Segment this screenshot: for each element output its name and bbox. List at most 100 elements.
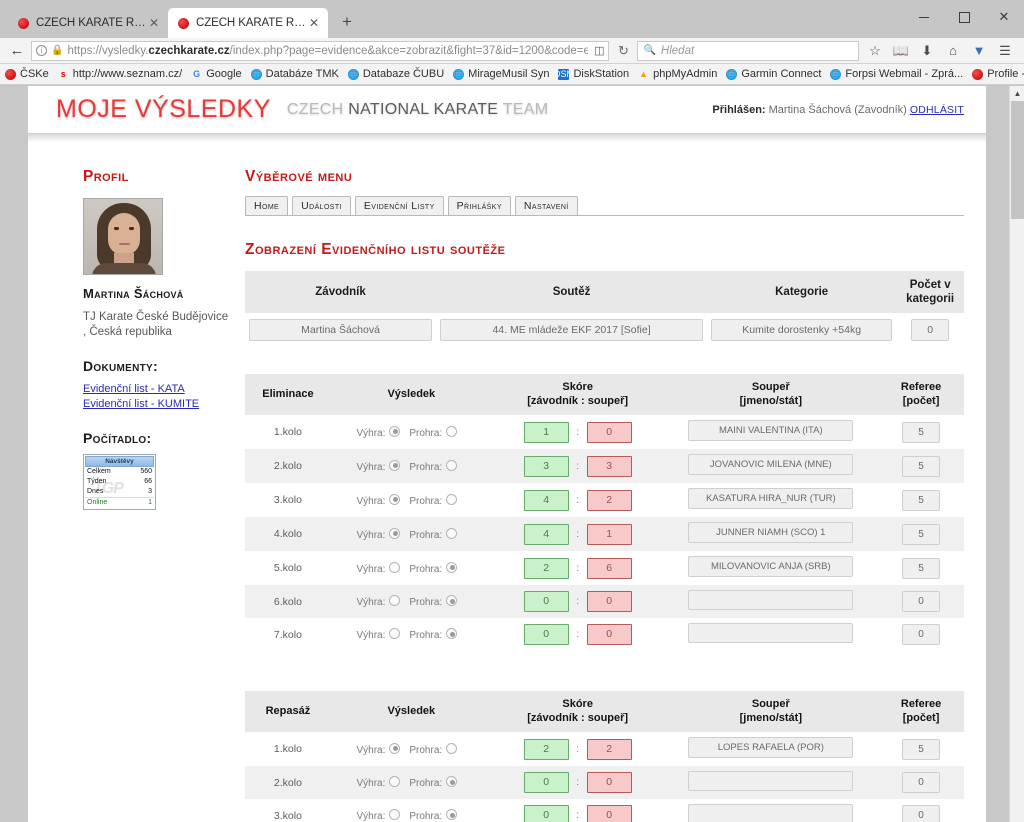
- opponent-field[interactable]: JOVANOVIC MILENA (MNE): [688, 454, 854, 475]
- score-opponent[interactable]: 2: [586, 738, 632, 760]
- referee-count-field[interactable]: 0: [902, 772, 941, 793]
- bookmark-polar[interactable]: Profile - Polar Flow: [972, 68, 1024, 80]
- browser-tab-1[interactable]: CZECH KARATE RANKING ✕: [8, 8, 168, 38]
- search-input[interactable]: 🔍 Hledat: [637, 40, 859, 61]
- close-icon[interactable]: ✕: [306, 15, 322, 31]
- radio-win[interactable]: [389, 459, 401, 471]
- radio-win[interactable]: [389, 776, 401, 787]
- star-icon[interactable]: ☆: [862, 40, 888, 62]
- radio-loss[interactable]: [446, 776, 458, 787]
- menu-icon[interactable]: ☰: [992, 40, 1018, 62]
- bookmark-cske[interactable]: ČSKe: [5, 68, 49, 80]
- score-own[interactable]: 2: [523, 557, 569, 579]
- score-opponent[interactable]: 0: [586, 421, 632, 443]
- bookmark-garmin[interactable]: 🌐 Garmin Connect: [726, 68, 821, 80]
- score-opponent[interactable]: 0: [586, 772, 632, 793]
- opponent-field[interactable]: MILOVANOVIC ANJA (SRB): [688, 556, 854, 577]
- score-opponent[interactable]: 3: [586, 455, 632, 477]
- maximize-icon[interactable]: [944, 2, 984, 32]
- close-window-icon[interactable]: ✕: [984, 2, 1024, 32]
- home-icon[interactable]: ⌂: [940, 40, 966, 62]
- radio-win[interactable]: [389, 595, 401, 606]
- tab-evidencni-listy[interactable]: Evidenční Listy: [354, 196, 444, 215]
- radio-loss[interactable]: [446, 493, 458, 505]
- radio-loss[interactable]: [446, 527, 458, 539]
- radio-win[interactable]: [389, 561, 401, 573]
- bookmark-databaze-cubu[interactable]: 🌐 Databaze ČUBU: [348, 68, 444, 80]
- referee-count-field[interactable]: 5: [902, 523, 941, 545]
- page-info-icon[interactable]: i: [36, 45, 47, 56]
- referee-count-field[interactable]: 0: [902, 591, 941, 612]
- referee-count-field[interactable]: 5: [902, 455, 941, 477]
- minimize-icon[interactable]: [904, 2, 944, 32]
- opponent-field[interactable]: LOPES RAFAELA (POR): [688, 737, 854, 758]
- opponent-field[interactable]: [688, 771, 854, 791]
- score-opponent[interactable]: 0: [586, 591, 632, 612]
- bookmark-forpsi[interactable]: 🌐 Forpsi Webmail - Zprá...: [830, 68, 963, 80]
- opponent-field[interactable]: JUNNER NIAMH (SCO) 1: [688, 522, 854, 543]
- score-own[interactable]: 0: [523, 624, 569, 645]
- radio-win[interactable]: [389, 527, 401, 539]
- referee-count-field[interactable]: 5: [902, 421, 941, 443]
- pocket-icon[interactable]: ▼: [966, 40, 992, 62]
- score-own[interactable]: 2: [523, 738, 569, 760]
- score-opponent[interactable]: 1: [586, 523, 632, 545]
- new-tab-button[interactable]: +: [334, 10, 360, 36]
- scrollbar-thumb[interactable]: [1011, 101, 1024, 219]
- score-opponent[interactable]: 0: [586, 805, 632, 822]
- score-opponent[interactable]: 2: [586, 489, 632, 511]
- score-own[interactable]: 0: [523, 772, 569, 793]
- scroll-up-icon[interactable]: ▲: [1010, 86, 1024, 101]
- tab-udalosti[interactable]: Události: [292, 196, 351, 215]
- radio-loss[interactable]: [446, 742, 458, 754]
- radio-win[interactable]: [389, 425, 401, 437]
- referee-count-field[interactable]: 0: [902, 624, 941, 645]
- referee-count-field[interactable]: 5: [902, 489, 941, 511]
- library-icon[interactable]: 📖: [888, 40, 914, 62]
- reload-icon[interactable]: ↻: [612, 40, 634, 62]
- radio-loss[interactable]: [446, 809, 458, 820]
- tab-home[interactable]: Home: [245, 196, 289, 215]
- radio-win[interactable]: [389, 809, 401, 820]
- bookmark-databaze-tmk[interactable]: 🌐 Databáze TMK: [251, 68, 339, 80]
- referee-count-field[interactable]: 0: [902, 805, 941, 822]
- score-own[interactable]: 4: [523, 489, 569, 511]
- score-own[interactable]: 0: [523, 805, 569, 822]
- radio-loss[interactable]: [446, 561, 458, 573]
- score-opponent[interactable]: 6: [586, 557, 632, 579]
- bookmark-miragemusil[interactable]: 🌐 MirageMusil Syn: [453, 68, 549, 80]
- field-pocet-v-kategorii[interactable]: 0: [911, 319, 950, 341]
- radio-loss[interactable]: [446, 628, 458, 639]
- back-icon[interactable]: ←: [6, 40, 28, 62]
- field-soutez[interactable]: 44. ME mládeže EKF 2017 [Sofie]: [440, 319, 704, 341]
- address-bar[interactable]: i 🔒 https://vysledky.czechkarate.cz/inde…: [31, 40, 610, 61]
- document-link-kumite[interactable]: Evidenční list - KUMITE: [83, 397, 240, 412]
- browser-tab-2[interactable]: CZECH KARATE RANKING ✕: [168, 8, 328, 38]
- score-own[interactable]: 4: [523, 523, 569, 545]
- logout-link[interactable]: ODHLÁSIT: [910, 104, 964, 116]
- opponent-field[interactable]: [688, 623, 854, 643]
- referee-count-field[interactable]: 5: [902, 738, 941, 760]
- opponent-field[interactable]: [688, 804, 854, 822]
- page-scrollbar[interactable]: ▲: [1009, 86, 1024, 822]
- reader-mode-icon[interactable]: ◫: [594, 44, 604, 57]
- field-zavodnik[interactable]: Martina Šáchová: [249, 319, 433, 341]
- radio-win[interactable]: [389, 742, 401, 754]
- bookmark-phpmyadmin[interactable]: ▲ phpMyAdmin: [638, 68, 717, 80]
- opponent-field[interactable]: [688, 590, 854, 610]
- document-link-kata[interactable]: Evidenční list - KATA: [83, 382, 240, 397]
- score-opponent[interactable]: 0: [586, 624, 632, 645]
- score-own[interactable]: 3: [523, 455, 569, 477]
- bookmark-diskstation[interactable]: DSM DiskStation: [554, 68, 629, 80]
- tab-nastaveni[interactable]: Nastavení: [514, 196, 578, 215]
- close-icon[interactable]: ✕: [146, 15, 162, 31]
- radio-win[interactable]: [389, 493, 401, 505]
- bookmark-seznam[interactable]: s http://www.seznam.cz/: [58, 68, 182, 80]
- opponent-field[interactable]: MAINI VALENTINA (ITA): [688, 420, 854, 441]
- score-own[interactable]: 1: [523, 421, 569, 443]
- opponent-field[interactable]: KASATURA HIRA_NUR (TUR): [688, 488, 854, 509]
- downloads-icon[interactable]: ⬇: [914, 40, 940, 62]
- radio-loss[interactable]: [446, 595, 458, 606]
- bookmark-google[interactable]: G Google: [191, 68, 242, 80]
- field-kategorie[interactable]: Kumite dorostenky +54kg: [711, 319, 893, 341]
